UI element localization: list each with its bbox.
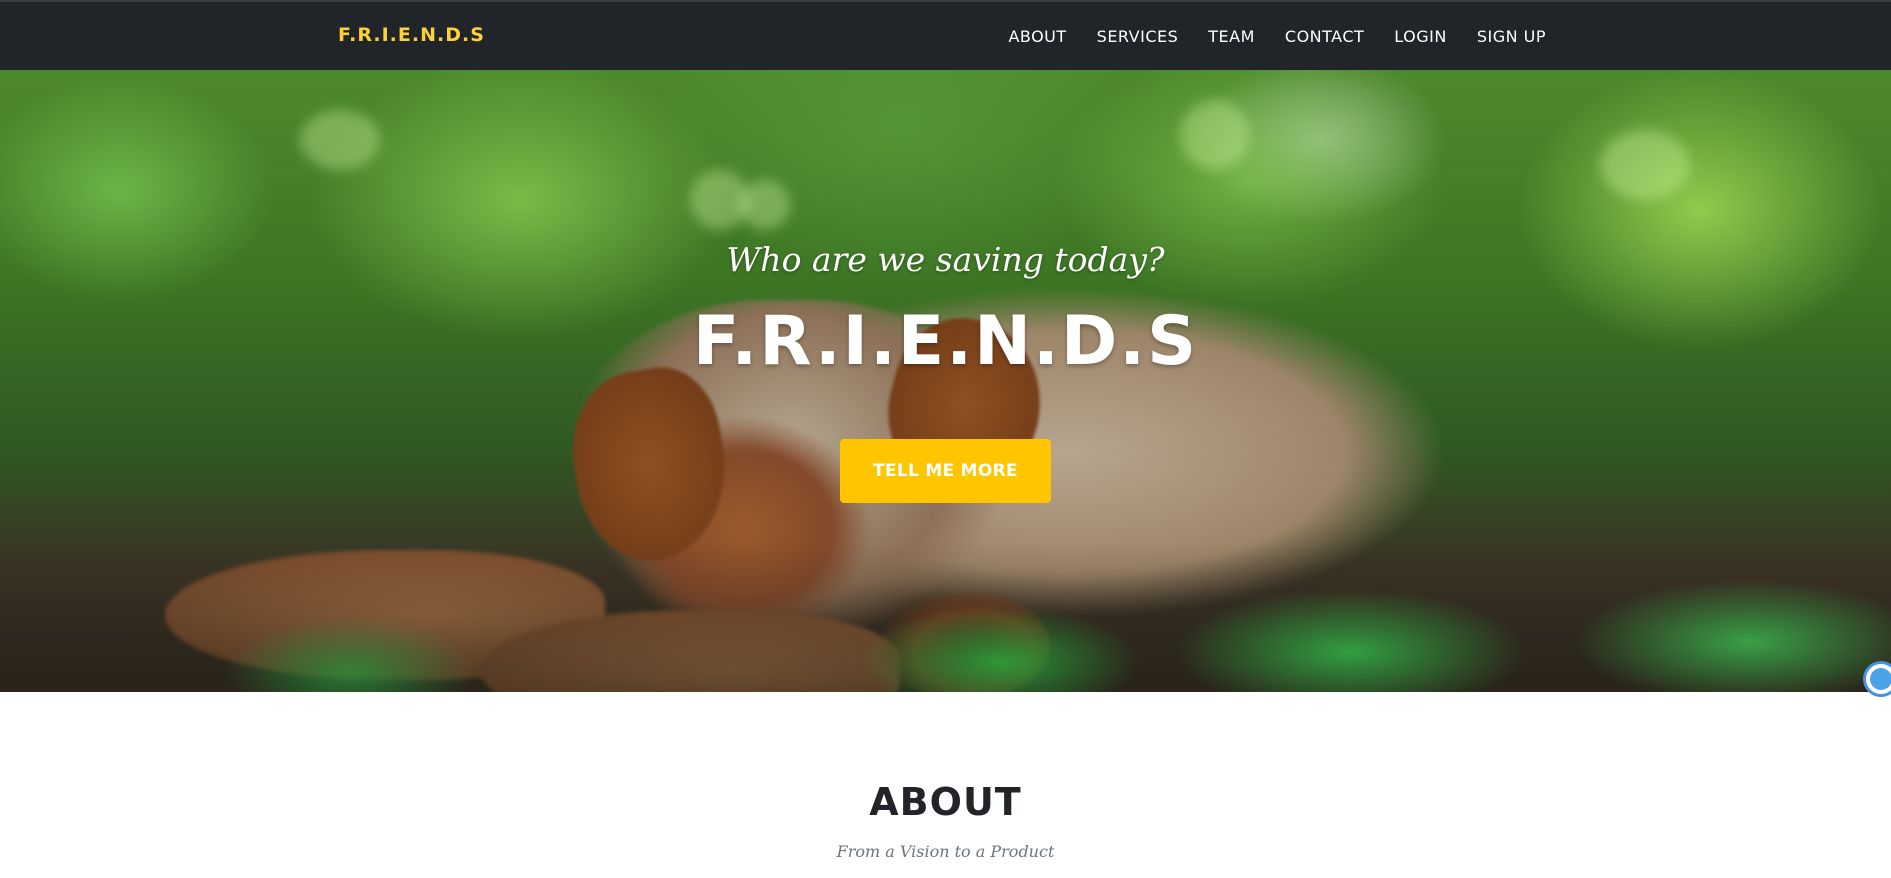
nav-link-services[interactable]: SERVICES bbox=[1082, 27, 1194, 46]
navbar: F.R.I.E.N.D.S ABOUT SERVICES TEAM CONTAC… bbox=[0, 0, 1891, 70]
nav-link-contact[interactable]: CONTACT bbox=[1270, 27, 1379, 46]
nav-link-about[interactable]: ABOUT bbox=[993, 27, 1081, 46]
about-subtitle: From a Vision to a Product bbox=[836, 842, 1055, 861]
brand-logo[interactable]: F.R.I.E.N.D.S bbox=[338, 24, 485, 46]
nav-link-team[interactable]: TEAM bbox=[1193, 27, 1270, 46]
hero-lead: Who are we saving today? bbox=[726, 240, 1165, 279]
hero-section: Who are we saving today? F.R.I.E.N.D.S T… bbox=[0, 70, 1891, 692]
hero-heading: F.R.I.E.N.D.S bbox=[692, 302, 1199, 381]
nav-links: ABOUT SERVICES TEAM CONTACT LOGIN SIGN U… bbox=[993, 2, 1546, 70]
chat-bubble-icon[interactable] bbox=[1863, 661, 1891, 697]
tell-me-more-button[interactable]: TELL ME MORE bbox=[840, 439, 1051, 503]
hero-text: Who are we saving today? F.R.I.E.N.D.S T… bbox=[0, 70, 1891, 692]
nav-link-sign-up[interactable]: SIGN UP bbox=[1462, 27, 1546, 46]
about-title: ABOUT bbox=[869, 780, 1022, 824]
nav-link-login[interactable]: LOGIN bbox=[1379, 27, 1462, 46]
about-section: ABOUT From a Vision to a Product bbox=[0, 692, 1891, 878]
